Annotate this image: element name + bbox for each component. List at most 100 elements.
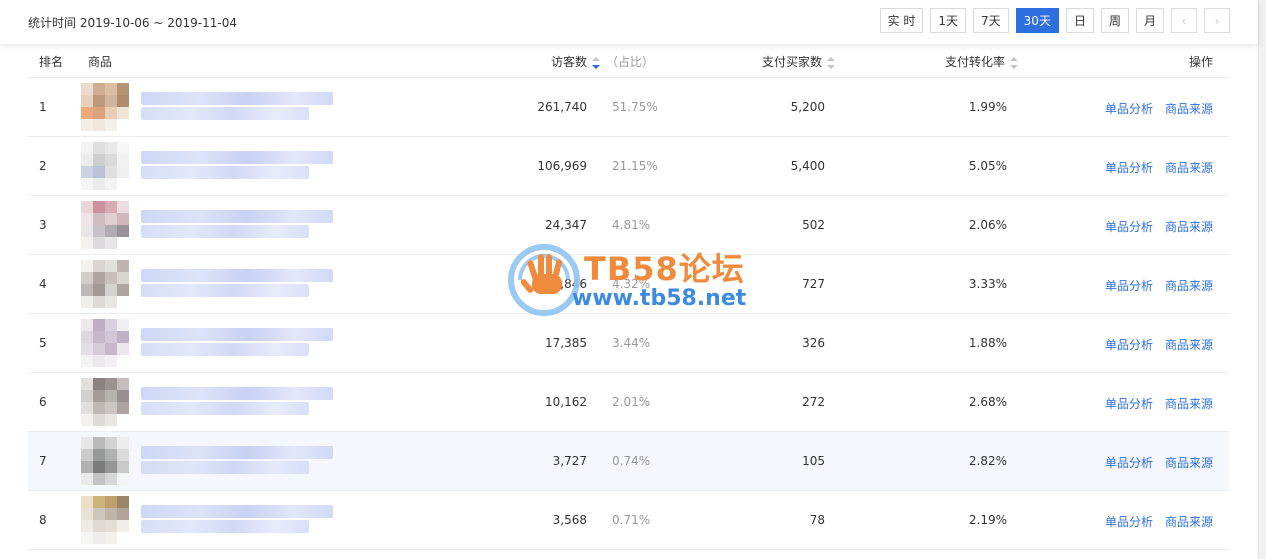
table-row[interactable]: 5 17,385 3.44% 326 1.88% 单品分析 商品来源 bbox=[28, 314, 1229, 373]
product-thumbnail[interactable] bbox=[81, 319, 129, 367]
share-cell: 51.75% bbox=[612, 100, 658, 114]
col-buyers-label: 支付买家数 bbox=[762, 55, 823, 69]
visitors-cell: 3,568 bbox=[552, 513, 587, 527]
buyers-cell: 105 bbox=[802, 454, 825, 468]
blur-line bbox=[141, 505, 333, 518]
product-thumbnail[interactable] bbox=[81, 142, 129, 190]
page-scrollbar[interactable] bbox=[1258, 0, 1266, 559]
chevron-right-icon[interactable]: › bbox=[1204, 8, 1230, 33]
blur-line bbox=[141, 151, 333, 164]
blur-line bbox=[141, 402, 309, 415]
visitors-cell: 3,727 bbox=[552, 454, 587, 468]
ops-cell: 单品分析 商品来源 bbox=[1093, 159, 1213, 176]
product-title-blurred[interactable] bbox=[141, 387, 333, 417]
col-buyers-header[interactable]: 支付买家数 bbox=[762, 53, 836, 70]
item-analysis-link[interactable]: 单品分析 bbox=[1105, 338, 1153, 352]
item-source-link[interactable]: 商品来源 bbox=[1165, 220, 1213, 234]
stat-time-range: 统计时间 2019-10-06 ~ 2019-11-04 bbox=[28, 16, 237, 30]
blur-line bbox=[141, 166, 309, 179]
product-thumbnail[interactable] bbox=[81, 260, 129, 308]
rank-cell: 5 bbox=[39, 336, 47, 350]
time-range-buttons: 实 时 1天 7天 30天 日 周 月 ‹ › bbox=[879, 8, 1230, 33]
range-month-button[interactable]: 月 bbox=[1135, 8, 1164, 33]
blur-line bbox=[141, 284, 309, 297]
table-row[interactable]: 7 3,727 0.74% 105 2.82% 单品分析 商品来源 bbox=[28, 432, 1229, 491]
product-thumbnail[interactable] bbox=[81, 201, 129, 249]
item-analysis-link[interactable]: 单品分析 bbox=[1105, 102, 1153, 116]
blur-line bbox=[141, 328, 333, 341]
rank-cell: 3 bbox=[39, 218, 47, 232]
table-row[interactable]: 4 21,846 4.32% 727 3.33% 单品分析 商品来源 bbox=[28, 255, 1229, 314]
item-source-link[interactable]: 商品来源 bbox=[1165, 397, 1213, 411]
range-week-button[interactable]: 周 bbox=[1100, 8, 1129, 33]
item-analysis-link[interactable]: 单品分析 bbox=[1105, 456, 1153, 470]
filter-bar: 统计时间 2019-10-06 ~ 2019-11-04 实 时 1天 7天 3… bbox=[0, 0, 1258, 44]
buyers-cell: 78 bbox=[809, 513, 825, 527]
conversion-cell: 3.33% bbox=[968, 277, 1007, 291]
conversion-cell: 5.05% bbox=[968, 159, 1007, 173]
rank-cell: 2 bbox=[39, 159, 47, 173]
range-1day-button[interactable]: 1天 bbox=[930, 8, 967, 33]
col-rank-header: 排名 bbox=[39, 55, 64, 69]
range-realtime-button[interactable]: 实 时 bbox=[879, 8, 924, 33]
chevron-left-icon[interactable]: ‹ bbox=[1171, 8, 1197, 33]
item-analysis-link[interactable]: 单品分析 bbox=[1105, 279, 1153, 293]
product-title-blurred[interactable] bbox=[141, 151, 333, 181]
item-source-link[interactable]: 商品来源 bbox=[1165, 456, 1213, 470]
product-thumbnail[interactable] bbox=[81, 83, 129, 131]
blur-line bbox=[141, 210, 333, 223]
item-analysis-link[interactable]: 单品分析 bbox=[1105, 161, 1153, 175]
item-analysis-link[interactable]: 单品分析 bbox=[1105, 397, 1153, 411]
product-thumbnail[interactable] bbox=[81, 378, 129, 426]
product-thumbnail[interactable] bbox=[81, 437, 129, 485]
visitors-cell: 261,740 bbox=[537, 100, 587, 114]
range-30day-button[interactable]: 30天 bbox=[1015, 8, 1059, 33]
item-source-link[interactable]: 商品来源 bbox=[1165, 515, 1213, 529]
product-title-blurred[interactable] bbox=[141, 505, 333, 535]
range-7day-button[interactable]: 7天 bbox=[973, 8, 1009, 33]
sort-icon[interactable] bbox=[827, 56, 836, 69]
rank-cell: 7 bbox=[39, 454, 47, 468]
table-row[interactable]: 2 106,969 21.15% 5,400 5.05% 单品分析 商品来源 bbox=[28, 137, 1229, 196]
col-visitors-header[interactable]: 访客数 bbox=[551, 53, 601, 70]
visitors-cell: 21,846 bbox=[545, 277, 587, 291]
col-product-header: 商品 bbox=[88, 55, 113, 69]
product-title-blurred[interactable] bbox=[141, 210, 333, 240]
conversion-cell: 1.88% bbox=[968, 336, 1007, 350]
product-title-blurred[interactable] bbox=[141, 269, 333, 299]
product-ranking-table: 排名 商品 访客数 （占比） 支付买家数 支付转化率 操作 1 261,740 51… bbox=[28, 44, 1229, 550]
blur-line bbox=[141, 446, 333, 459]
visitors-cell: 10,162 bbox=[545, 395, 587, 409]
sort-icon[interactable] bbox=[1010, 56, 1019, 69]
ops-cell: 单品分析 商品来源 bbox=[1093, 277, 1213, 294]
product-title-blurred[interactable] bbox=[141, 92, 333, 122]
buyers-cell: 502 bbox=[802, 218, 825, 232]
item-source-link[interactable]: 商品来源 bbox=[1165, 338, 1213, 352]
item-source-link[interactable]: 商品来源 bbox=[1165, 279, 1213, 293]
share-cell: 0.74% bbox=[612, 454, 651, 468]
table-row[interactable]: 8 3,568 0.71% 78 2.19% 单品分析 商品来源 bbox=[28, 491, 1229, 550]
blur-line bbox=[141, 92, 333, 105]
ops-cell: 单品分析 商品来源 bbox=[1093, 100, 1213, 117]
product-title-blurred[interactable] bbox=[141, 328, 333, 358]
product-thumbnail[interactable] bbox=[81, 496, 129, 544]
item-analysis-link[interactable]: 单品分析 bbox=[1105, 515, 1153, 529]
sort-desc-icon[interactable] bbox=[592, 56, 601, 69]
range-day-button[interactable]: 日 bbox=[1065, 8, 1094, 33]
ops-cell: 单品分析 商品来源 bbox=[1093, 336, 1213, 353]
item-source-link[interactable]: 商品来源 bbox=[1165, 161, 1213, 175]
visitors-cell: 17,385 bbox=[545, 336, 587, 350]
page: 统计时间 2019-10-06 ~ 2019-11-04 实 时 1天 7天 3… bbox=[0, 0, 1266, 559]
table-row[interactable]: 1 261,740 51.75% 5,200 1.99% 单品分析 商品来源 bbox=[28, 78, 1229, 137]
share-cell: 4.32% bbox=[612, 277, 651, 291]
col-conversion-header[interactable]: 支付转化率 bbox=[945, 53, 1019, 70]
blur-line bbox=[141, 387, 333, 400]
product-title-blurred[interactable] bbox=[141, 446, 333, 476]
table-row[interactable]: 3 24,347 4.81% 502 2.06% 单品分析 商品来源 bbox=[28, 196, 1229, 255]
item-source-link[interactable]: 商品来源 bbox=[1165, 102, 1213, 116]
table-row[interactable]: 6 10,162 2.01% 272 2.68% 单品分析 商品来源 bbox=[28, 373, 1229, 432]
ops-cell: 单品分析 商品来源 bbox=[1093, 454, 1213, 471]
visitors-cell: 24,347 bbox=[545, 218, 587, 232]
conversion-cell: 2.68% bbox=[968, 395, 1007, 409]
item-analysis-link[interactable]: 单品分析 bbox=[1105, 220, 1153, 234]
